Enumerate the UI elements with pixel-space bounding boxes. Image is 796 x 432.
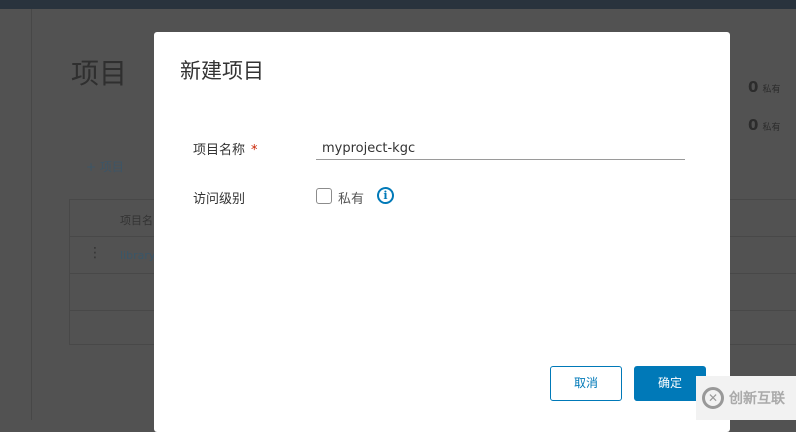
watermark: ✕ 创新互联 <box>696 376 796 420</box>
info-icon[interactable]: i <box>377 187 394 204</box>
label-text: 项目名称 <box>193 143 246 158</box>
project-name-label: 项目名称 * <box>193 139 258 158</box>
stat-label: 私有 <box>762 123 781 133</box>
sidebar-divider <box>31 9 32 420</box>
private-checkbox-label[interactable]: 私有 <box>338 188 364 207</box>
project-name-input[interactable] <box>316 137 685 160</box>
row-actions-icon[interactable]: ⋮ <box>88 245 102 261</box>
stat-label: 私有 <box>762 85 781 95</box>
page-title: 项目 <box>71 57 128 90</box>
required-mark: * <box>251 143 258 158</box>
new-project-dialog: 新建项目 项目名称* 访问级别 私有 i 取消 确定 <box>154 32 730 432</box>
stat-count: 0 <box>748 116 759 134</box>
cancel-button[interactable]: 取消 <box>550 366 622 401</box>
watermark-text: 创新互联 <box>729 391 785 407</box>
project-link[interactable]: library <box>120 249 155 262</box>
private-stat: 0 私有 <box>748 78 780 96</box>
private-checkbox[interactable] <box>316 188 332 204</box>
private-stat: 0 私有 <box>748 116 780 134</box>
stat-count: 0 <box>748 78 759 96</box>
top-nav-bar <box>0 0 796 9</box>
add-project-button[interactable]: + 项目 <box>86 158 124 175</box>
dialog-title: 新建项目 <box>180 59 264 83</box>
column-header-name[interactable]: 项目名 <box>120 212 153 228</box>
watermark-logo-icon: ✕ <box>702 387 724 409</box>
access-level-label: 访问级别 <box>193 192 246 207</box>
